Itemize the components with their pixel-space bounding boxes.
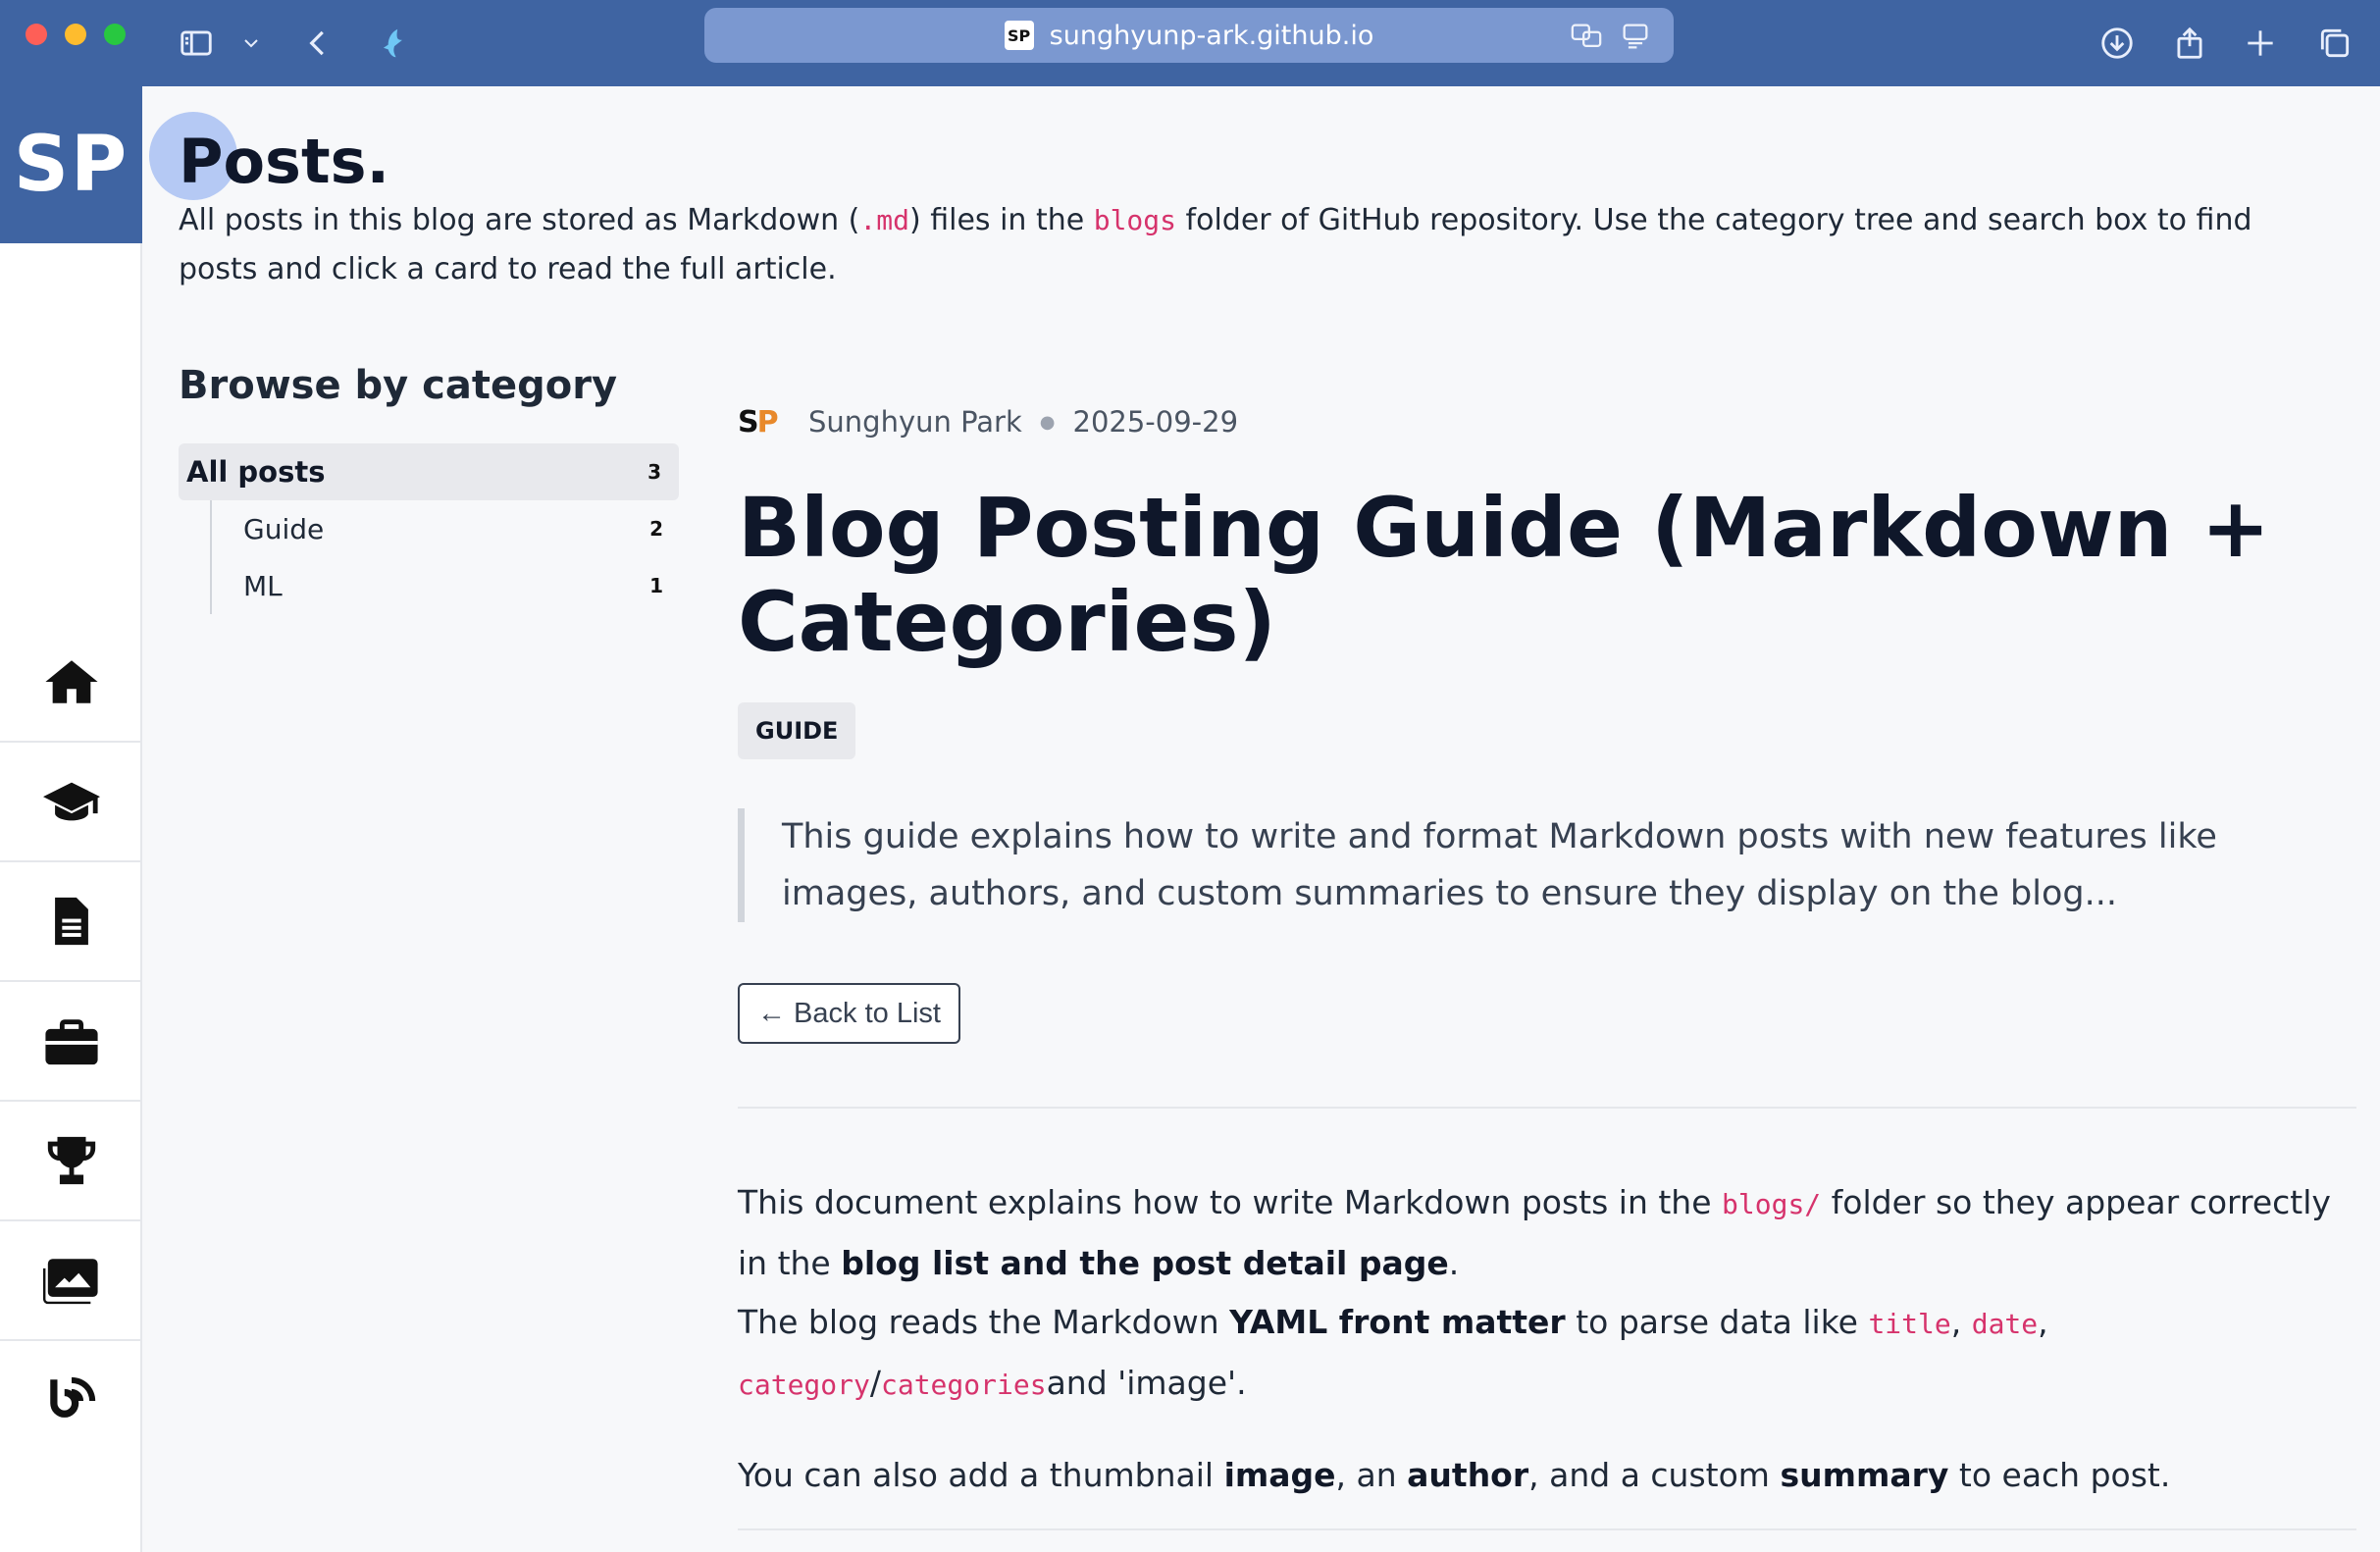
page-title: Posts. (179, 126, 390, 197)
zoom-window-button[interactable] (104, 24, 126, 45)
blog-icon (49, 1376, 95, 1418)
category-label: Guide (243, 512, 325, 545)
document-icon (54, 897, 88, 946)
site-logo[interactable]: SP (0, 86, 142, 243)
post-meta: SP Sunghyun Park ● 2025-09-29 (738, 402, 1238, 441)
category-heading: Browse by category (179, 363, 618, 408)
body-paragraph: You can also add a thumbnail image, an a… (738, 1456, 2171, 1494)
translate-icon[interactable] (1570, 20, 1603, 57)
category-label: All posts (186, 455, 326, 489)
graduation-cap-icon (42, 782, 100, 821)
downloads-icon[interactable] (2088, 14, 2147, 73)
nav-gallery[interactable] (0, 1221, 142, 1341)
tab-overview-icon[interactable] (2305, 14, 2364, 73)
share-icon[interactable] (2160, 14, 2219, 73)
category-item-all-posts[interactable]: All posts 3 (179, 443, 679, 500)
body-paragraph: This document explains how to write Mark… (738, 1183, 2331, 1402)
post-tag[interactable]: GUIDE (738, 702, 856, 759)
inline-code: blogs (1093, 204, 1177, 236)
category-count: 1 (649, 574, 663, 597)
nav-education[interactable] (0, 743, 142, 862)
close-window-button[interactable] (26, 24, 47, 45)
sidebar-toggle-icon[interactable] (167, 14, 226, 73)
extension-icon[interactable] (365, 14, 424, 73)
briefcase-icon (44, 1019, 98, 1065)
author-logo-icon: SP (738, 404, 779, 440)
post-summary: This guide explains how to write and for… (738, 808, 2268, 922)
inline-code: .md (859, 204, 909, 236)
home-icon (44, 660, 98, 703)
site-favicon: SP (1004, 21, 1034, 50)
minimize-window-button[interactable] (65, 24, 86, 45)
nav-work[interactable] (0, 982, 142, 1102)
meta-separator: ● (1039, 411, 1056, 433)
category-count: 3 (647, 460, 661, 484)
category-label: ML (243, 569, 283, 602)
images-icon (42, 1259, 98, 1305)
inline-code: date (1971, 1308, 2039, 1340)
category-children: Guide 2 ML 1 (210, 500, 679, 614)
inline-code: category (738, 1369, 870, 1401)
address-bar[interactable]: SP sunghyunp-ark.github.io (704, 8, 1674, 63)
category-count: 2 (649, 517, 663, 541)
category-tree: All posts 3 Guide 2 ML 1 (179, 443, 679, 614)
inline-code: title (1868, 1308, 1951, 1340)
chevron-down-icon[interactable] (222, 14, 281, 73)
new-tab-icon[interactable] (2231, 14, 2290, 73)
post-body: This document explains how to write Mark… (738, 1173, 2366, 1536)
back-to-list-button[interactable]: ← Back to List (738, 983, 960, 1044)
back-icon[interactable] (288, 14, 347, 73)
post-date: 2025-09-29 (1072, 405, 1239, 439)
nav-awards[interactable] (0, 1102, 142, 1221)
nav-blog[interactable] (0, 1341, 142, 1461)
inline-code: blogs/ (1722, 1188, 1822, 1220)
reader-icon[interactable] (1619, 20, 1652, 57)
site-sidebar: SP (0, 86, 142, 1552)
trophy-icon (47, 1136, 95, 1185)
nav-home[interactable] (0, 623, 142, 743)
inline-code: categories (880, 1369, 1047, 1401)
url-text: sunghyunp-ark.github.io (1049, 20, 1374, 51)
browser-toolbar: SP sunghyunp-ark.github.io (0, 0, 2380, 86)
category-item-guide[interactable]: Guide 2 (212, 500, 679, 557)
category-item-ml[interactable]: ML 1 (212, 557, 679, 614)
post-author: Sunghyun Park (808, 405, 1022, 439)
post-title: Blog Posting Guide (Markdown + Categorie… (738, 480, 2270, 670)
page-intro: All posts in this blog are stored as Mar… (179, 203, 2252, 286)
divider (738, 1528, 2356, 1530)
nav-documents[interactable] (0, 862, 142, 982)
divider (738, 1107, 2356, 1109)
